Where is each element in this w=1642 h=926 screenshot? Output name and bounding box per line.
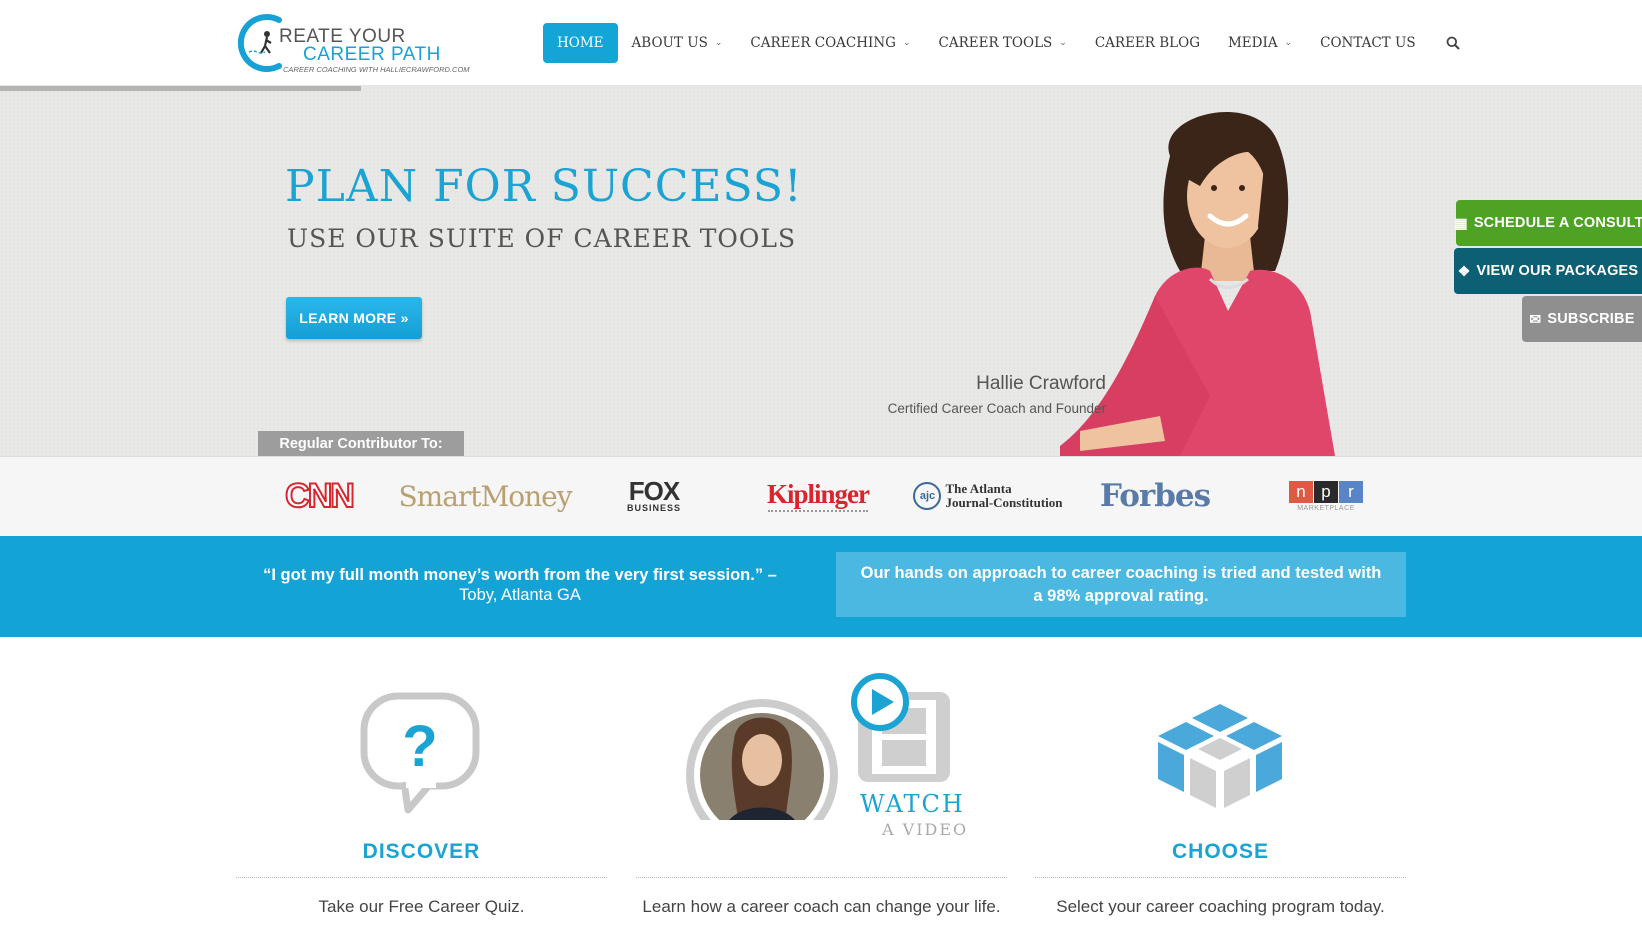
envelope-icon: ✉ <box>1529 310 1542 327</box>
choose-divider <box>1035 877 1406 878</box>
svg-text:?: ? <box>402 714 437 779</box>
subscribe-button[interactable]: ✉ SUBSCRIBE <box>1522 296 1642 342</box>
testimonial-author: Toby, Atlanta GA <box>459 586 581 604</box>
hero-title: PLAN FOR SUCCESS! <box>285 161 803 212</box>
nav-contact-us[interactable]: CONTACT US <box>1306 23 1429 63</box>
schedule-consult-button[interactable]: ▦ SCHEDULE A CONSULT <box>1454 200 1642 246</box>
schedule-consult-label: SCHEDULE A CONSULT <box>1473 215 1642 231</box>
discover-title: DISCOVER <box>362 840 481 863</box>
ajc-line-2: Journal-Constitution <box>945 495 1063 510</box>
nav-career-blog-label: CAREER BLOG <box>1094 35 1200 51</box>
forbes-logo-text: Forbes <box>1099 478 1211 514</box>
feature-choose[interactable]: CHOOSE Select your career coaching progr… <box>1035 660 1406 926</box>
nav-career-tools[interactable]: CAREER TOOLS ⌄ <box>925 23 1081 63</box>
testimonial-band: “I got my full month money’s worth from … <box>0 536 1642 637</box>
nav-career-tools-label: CAREER TOOLS <box>938 35 1053 51</box>
npr-marketplace-logo[interactable]: n p r MARKETPLACE <box>1286 475 1366 517</box>
choose-desc: Select your career coaching program toda… <box>1056 897 1385 916</box>
testimonial-quote: “I got my full month money’s worth from … <box>255 565 785 605</box>
smartmoney-logo[interactable]: SmartMoney <box>399 475 573 517</box>
discover-divider <box>236 877 607 878</box>
discover-icon-wrap: ? <box>236 660 607 820</box>
site-logo[interactable]: REATE YOUR CAREER PATH CAREER COACHING W… <box>235 12 470 74</box>
nav-about-us[interactable]: ABOUT US ⌄ <box>618 23 737 63</box>
hallie-crawford-photo <box>1060 112 1335 456</box>
nav-career-coaching[interactable]: CAREER COACHING ⌄ <box>736 23 924 63</box>
question-bubble-icon: ? <box>360 692 480 814</box>
choose-title: CHOOSE <box>1171 840 1269 863</box>
nav-media[interactable]: MEDIA ⌄ <box>1214 23 1306 63</box>
nav-career-blog[interactable]: CAREER BLOG <box>1081 23 1214 63</box>
cubes-icon <box>1158 704 1282 808</box>
npr-p: p <box>1314 480 1338 503</box>
cubes-icon: ❖ <box>1457 262 1471 279</box>
nav-contact-us-label: CONTACT US <box>1320 35 1416 51</box>
contributor-label: Regular Contributor To: <box>258 431 464 457</box>
nav-media-label: MEDIA <box>1227 35 1278 51</box>
npr-r: r <box>1339 480 1363 503</box>
chevron-down-icon: ⌄ <box>1284 38 1293 48</box>
nav-home-label: HOME <box>557 35 604 51</box>
nav-about-us-label: ABOUT US <box>631 35 708 51</box>
npr-boxes: n p r <box>1289 480 1363 503</box>
kiplinger-logo[interactable]: Kiplinger <box>766 475 870 517</box>
slider-progress-bar <box>0 86 362 91</box>
kiplinger-logo-text: Kiplinger <box>766 479 870 509</box>
media-logos-strip: CNN SmartMoney FOX BUSINESS Kiplinger aj… <box>0 456 1642 536</box>
person-role: Certified Career Coach and Founder <box>887 401 1106 416</box>
hero-subtitle: USE OUR SUITE OF CAREER TOOLS <box>287 224 797 253</box>
ajc-logo[interactable]: ajc The Atlanta Journal-Constitution <box>908 475 1068 517</box>
approval-rating-box: Our hands on approach to career coaching… <box>836 552 1406 617</box>
fox-business-logo[interactable]: FOX BUSINESS <box>618 475 690 517</box>
logo-line-2: CAREER PATH <box>303 44 441 65</box>
kiplinger-rule <box>768 510 868 512</box>
smartmoney-logo-text: SmartMoney <box>398 479 573 513</box>
cnn-logo[interactable]: CNN <box>284 475 356 517</box>
person-name: Hallie Crawford <box>976 373 1106 394</box>
npr-marketplace-text: MARKETPLACE <box>1297 504 1355 512</box>
view-packages-button[interactable]: ❖ VIEW OUR PACKAGES <box>1454 248 1642 294</box>
watch-desc: Learn how a career coach can change your… <box>642 897 1001 916</box>
site-header: REATE YOUR CAREER PATH CAREER COACHING W… <box>0 0 1642 86</box>
testimonial-text: “I got my full month money’s worth from … <box>263 566 777 584</box>
view-packages-label: VIEW OUR PACKAGES <box>1476 263 1639 279</box>
fox-logo-text: FOX <box>628 476 680 506</box>
ajc-badge: ajc <box>913 482 942 510</box>
ajc-wordmark: The Atlanta Journal-Constitution <box>945 482 1062 510</box>
watch-divider <box>636 877 1007 878</box>
search-button[interactable] <box>1434 23 1472 63</box>
logo-tagline: CAREER COACHING WITH HALLIECRAWFORD.COM <box>283 65 470 74</box>
chevron-down-icon: ⌄ <box>714 38 723 48</box>
subscribe-label: SUBSCRIBE <box>1547 311 1635 327</box>
cnn-logo-text: CNN <box>284 476 356 516</box>
calendar-icon: ▦ <box>1454 214 1468 231</box>
nav-home[interactable]: HOME <box>543 23 618 63</box>
hero-slider: PLAN FOR SUCCESS! USE OUR SUITE OF CAREE… <box>0 86 1642 456</box>
fox-business-text: BUSINESS <box>626 503 681 513</box>
npr-n: n <box>1289 480 1313 503</box>
ajc-line-1: The Atlanta <box>945 481 1012 496</box>
choose-icon-wrap <box>1035 660 1406 820</box>
chevron-down-icon: ⌄ <box>1059 38 1067 48</box>
main-nav: HOME ABOUT US ⌄ CAREER COACHING ⌄ CAREER T… <box>543 23 1472 63</box>
chevron-down-icon: ⌄ <box>902 38 911 48</box>
learn-more-button[interactable]: LEARN MORE » <box>286 297 422 339</box>
discover-desc: Take our Free Career Quiz. <box>318 897 525 916</box>
watch-subtitle: A VIDEO <box>882 820 969 839</box>
feature-discover[interactable]: ? DISCOVER Take our Free Career Quiz. <box>236 660 607 926</box>
forbes-logo[interactable]: Forbes <box>1100 475 1211 517</box>
nav-career-coaching-label: CAREER COACHING <box>750 35 896 51</box>
search-icon <box>1446 36 1460 50</box>
watch-title: WATCH <box>860 790 965 818</box>
